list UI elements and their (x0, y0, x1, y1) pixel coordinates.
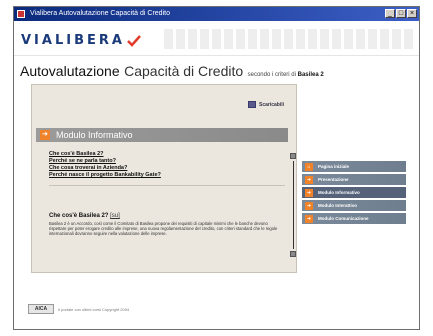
nav-label: Pagina iniziale (318, 164, 350, 169)
downloads-link[interactable]: Scaricabili (248, 101, 284, 108)
close-button[interactable]: × (407, 9, 417, 18)
arrow-icon: ➜ (305, 188, 313, 197)
module-header: ➜ Modulo Informativo (36, 128, 288, 142)
faq-links: Che cos'è Basilea 2? Perché se ne parla … (49, 151, 161, 179)
app-icon (17, 10, 25, 18)
faq-link-basilea[interactable]: Che cos'è Basilea 2? (49, 151, 161, 158)
heading-subtitle: secondo i criteri di Basilea 2 (247, 72, 324, 78)
maximize-button[interactable]: □ (396, 9, 406, 18)
nav-label: Modulo Informativo (318, 190, 360, 195)
nav-item-home[interactable]: ⌂ Pagina iniziale (302, 161, 406, 172)
window-controls: _ □ × (385, 9, 417, 18)
scroll-up-button[interactable] (290, 153, 296, 159)
nav-item-modulo-interattivo[interactable]: ➜ Modulo Interattivo (302, 200, 406, 211)
content-panel: Scaricabili ➜ Modulo Informativo Che cos… (31, 84, 297, 273)
divider (49, 185, 285, 186)
footer: AICA Il portale con ultimi corsi Copyrig… (28, 303, 129, 315)
footer-badge[interactable]: AICA (28, 304, 54, 314)
heading-secondary: Capacità di Credito (124, 63, 244, 79)
checkmark-icon (127, 34, 141, 47)
nav-item-modulo-informativo[interactable]: ➜ Modulo Informativo (302, 187, 406, 198)
site-header: VIALIBERA (14, 21, 419, 56)
page-heading: Autovalutazione Capacità di Credito seco… (20, 63, 324, 81)
window-title: Vialibera Autovalutazione Capacità di Cr… (30, 10, 170, 17)
heading-main: Autovalutazione (20, 63, 120, 79)
arrow-icon: ➜ (305, 175, 313, 184)
header-pattern (164, 29, 414, 49)
faq-link-progetto[interactable]: Perché nasce il progetto Bankability Gat… (49, 172, 161, 179)
section-title: Che cos'è Basilea 2? [su] (49, 213, 120, 219)
arrow-icon: ➜ (40, 130, 50, 140)
minimize-button[interactable]: _ (385, 9, 395, 18)
app-window: Vialibera Autovalutazione Capacità di Cr… (13, 6, 420, 330)
logo: VIALIBERA (21, 33, 141, 48)
faq-link-perche[interactable]: Perché se ne parla tanto? (49, 158, 161, 165)
nav-item-presentazione[interactable]: ➜ Presentazione (302, 174, 406, 185)
nav-label: Presentazione (318, 177, 349, 182)
side-nav: ⌂ Pagina iniziale ➜ Presentazione ➜ Modu… (302, 161, 406, 226)
nav-label: Modulo Interattivo (318, 203, 357, 208)
scroll-down-button[interactable] (290, 251, 296, 257)
section-body: Basilea 2 è un Accordo, così come il Com… (49, 221, 278, 236)
arrow-icon: ➜ (305, 201, 313, 210)
module-title: Modulo Informativo (56, 130, 133, 140)
downloads-label: Scaricabili (259, 101, 285, 108)
home-icon: ⌂ (305, 162, 313, 171)
download-icon (248, 101, 256, 108)
title-bar: Vialibera Autovalutazione Capacità di Cr… (14, 7, 419, 21)
faq-link-azienda[interactable]: Che cosa troverai in Azienda? (49, 165, 161, 172)
logo-text: VIALIBERA (21, 33, 125, 48)
back-to-top-link[interactable]: [su] (110, 213, 120, 219)
nav-item-modulo-comunicazione[interactable]: ➜ Modulo Comunicazione (302, 213, 406, 224)
scrollbar-track[interactable] (293, 161, 294, 249)
footer-text: Il portale con ultimi corsi Copyright 20… (58, 306, 130, 312)
nav-label: Modulo Comunicazione (318, 216, 369, 221)
arrow-icon: ➜ (305, 214, 313, 223)
